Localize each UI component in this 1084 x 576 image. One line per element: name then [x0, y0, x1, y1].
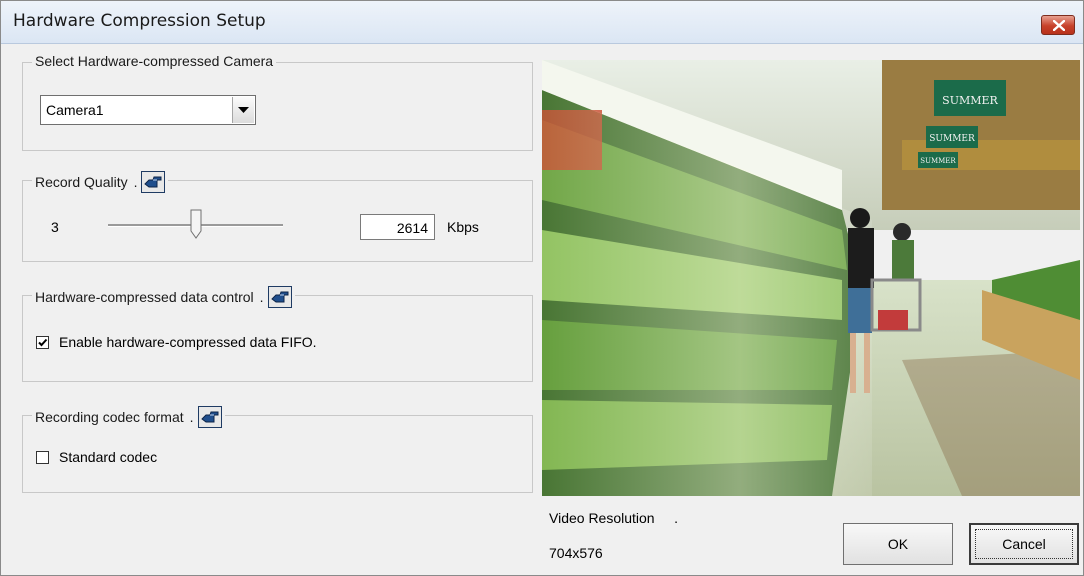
- camera-select[interactable]: Camera1: [40, 95, 256, 125]
- bitrate-value: 2614: [396, 220, 428, 236]
- quality-slider-thumb[interactable]: [190, 209, 202, 239]
- pointing-hand-icon[interactable]: [197, 406, 222, 428]
- ok-button-label: OK: [887, 536, 909, 552]
- quality-group-title: Record Quality .: [32, 171, 169, 193]
- resolution-value: 704x576: [549, 545, 603, 561]
- pointing-hand-icon[interactable]: [267, 286, 292, 308]
- quality-level-value: 3: [51, 219, 59, 235]
- window-title: Hardware Compression Setup: [13, 11, 266, 31]
- standard-codec-checkbox[interactable]: [36, 450, 49, 464]
- chevron-down-icon: [238, 107, 249, 113]
- ok-button[interactable]: OK: [843, 523, 953, 565]
- standard-codec-row[interactable]: Standard codec: [36, 449, 157, 465]
- fifo-checkbox[interactable]: [36, 335, 49, 349]
- bitrate-field[interactable]: 2614: [360, 214, 435, 240]
- camera-select-value: Camera1: [46, 102, 104, 118]
- title-bar[interactable]: Hardware Compression Setup: [1, 1, 1083, 44]
- camera-group-title: Select Hardware-compressed Camera: [32, 53, 277, 69]
- cancel-button[interactable]: Cancel: [969, 523, 1079, 565]
- video-preview: SUMMER SUMMER SUMMER: [542, 60, 1080, 496]
- data-control-group: Hardware-compressed data control . Enabl…: [22, 286, 533, 382]
- cancel-button-label: Cancel: [1002, 536, 1046, 552]
- close-button[interactable]: [1041, 15, 1075, 35]
- preview-scene: SUMMER SUMMER SUMMER: [542, 60, 1080, 496]
- bitrate-unit: Kbps: [447, 219, 479, 235]
- close-icon: [1053, 20, 1065, 31]
- dialog-window: Hardware Compression Setup Select Hardwa…: [0, 0, 1084, 576]
- pointing-hand-icon[interactable]: [141, 171, 166, 193]
- svg-text:SUMMER: SUMMER: [942, 94, 998, 107]
- camera-group: Select Hardware-compressed Camera Camera…: [22, 53, 533, 151]
- quality-group: Record Quality . 3 2614 Kbps: [22, 171, 533, 262]
- codec-group: Recording codec format . Standard codec: [22, 406, 533, 493]
- fifo-checkbox-row[interactable]: Enable hardware-compressed data FIFO.: [36, 334, 317, 350]
- checkmark-icon: [38, 338, 48, 346]
- data-control-group-title: Hardware-compressed data control .: [32, 286, 295, 308]
- camera-select-arrow[interactable]: [232, 97, 254, 123]
- fifo-label: Enable hardware-compressed data FIFO.: [59, 334, 317, 350]
- resolution-label: Video Resolution .: [549, 510, 678, 526]
- codec-group-title: Recording codec format .: [32, 406, 225, 428]
- svg-text:SUMMER: SUMMER: [929, 134, 975, 144]
- standard-codec-label: Standard codec: [59, 449, 158, 465]
- svg-text:SUMMER: SUMMER: [920, 157, 956, 165]
